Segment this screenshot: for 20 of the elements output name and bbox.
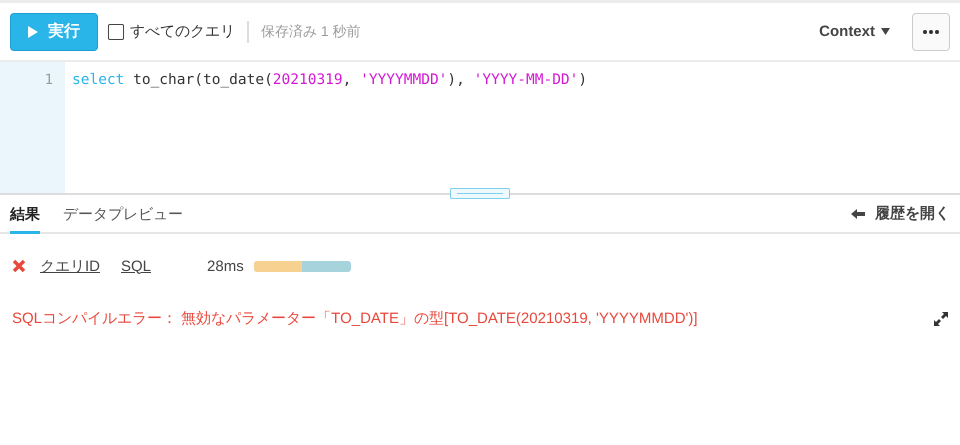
more-icon — [923, 30, 939, 34]
arrow-left-icon — [851, 208, 865, 218]
sql-link[interactable]: SQL — [121, 258, 152, 274]
expand-icon[interactable] — [934, 312, 948, 326]
result-tab[interactable]: データプレビュー — [63, 205, 183, 234]
error-message: SQLコンパイルエラー： 無効なパラメーター「TO_DATE」の型[TO_DATE(20210319, 'YYYYMMDD')] — [12, 309, 699, 328]
result-tab[interactable]: 結果 — [10, 205, 40, 234]
context-dropdown[interactable]: Context — [813, 22, 896, 41]
code-line: select to_char(to_date(20210319, 'YYYYMMDD'), 'YYYY-MM-DD') — [72, 71, 588, 90]
play-icon — [28, 26, 38, 38]
more-button[interactable] — [912, 12, 950, 50]
query-id-link[interactable]: クエリID — [40, 256, 100, 276]
open-history-button[interactable]: 履歴を開く — [851, 204, 950, 223]
duration: 28ms — [207, 258, 244, 274]
checkbox[interactable] — [108, 24, 124, 40]
line-number: 1 — [44, 71, 54, 90]
caret-icon — [881, 28, 890, 35]
checkbox-label: すべてのクエリ — [130, 22, 235, 41]
resize-handle[interactable] — [450, 188, 510, 199]
saved-status: 保存済み 1 秒前 — [261, 22, 361, 40]
